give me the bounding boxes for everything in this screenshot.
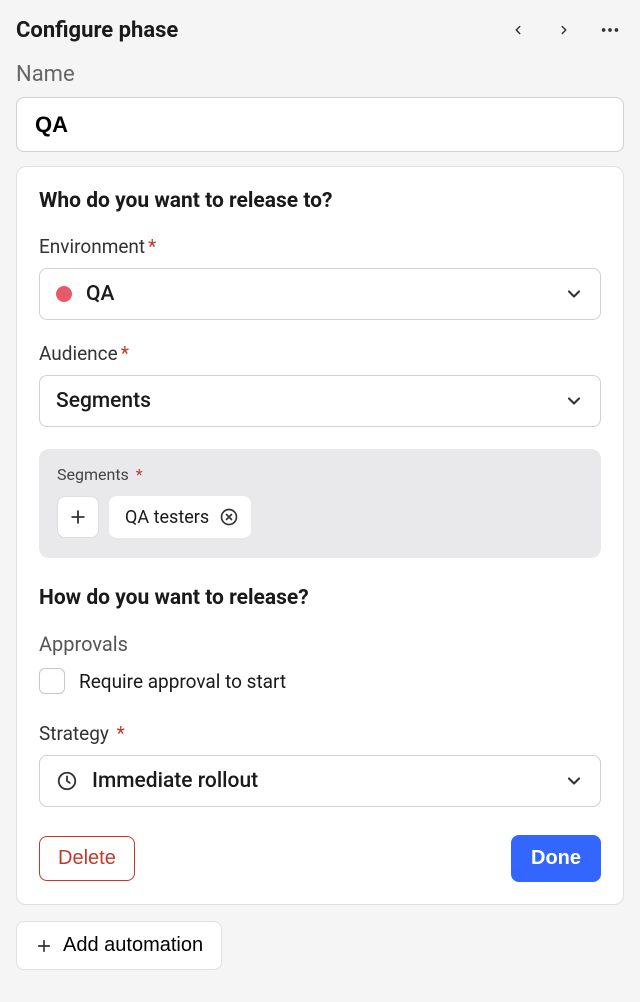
require-approval-checkbox[interactable] — [39, 668, 65, 694]
required-marker: * — [112, 722, 125, 745]
segments-label: Segments * — [57, 465, 583, 484]
environment-label-text: Environment — [39, 235, 145, 258]
environment-select[interactable]: QA — [39, 268, 601, 320]
add-automation-button[interactable]: Add automation — [16, 921, 222, 970]
approvals-checkbox-row: Require approval to start — [39, 668, 601, 694]
plus-icon — [68, 507, 88, 527]
segments-box: Segments * QA testers — [39, 449, 601, 558]
header-actions — [504, 16, 624, 44]
strategy-select[interactable]: Immediate rollout — [39, 755, 601, 807]
panel-header: Configure phase — [16, 16, 624, 44]
segments-label-text: Segments — [57, 465, 129, 484]
clock-icon — [56, 770, 78, 792]
segment-chip-label: QA testers — [125, 507, 209, 528]
card-footer: Delete Done — [39, 835, 601, 882]
panel-title: Configure phase — [16, 18, 178, 43]
audience-value: Segments — [56, 389, 151, 413]
audience-label-text: Audience — [39, 342, 118, 365]
done-button[interactable]: Done — [511, 835, 601, 882]
environment-value: QA — [86, 282, 114, 306]
segment-chip: QA testers — [109, 496, 251, 538]
chevron-down-icon — [564, 284, 584, 304]
prev-button[interactable] — [504, 16, 532, 44]
approvals-label: Approvals — [39, 632, 601, 656]
more-button[interactable] — [596, 16, 624, 44]
next-button[interactable] — [550, 16, 578, 44]
segments-chips: QA testers — [57, 496, 583, 538]
chevron-down-icon — [564, 391, 584, 411]
required-marker: * — [132, 465, 143, 484]
audience-select[interactable]: Segments — [39, 375, 601, 427]
audience-label: Audience* — [39, 342, 601, 365]
environment-label: Environment* — [39, 235, 601, 258]
add-segment-button[interactable] — [57, 496, 99, 538]
delete-button[interactable]: Delete — [39, 836, 135, 881]
plus-icon — [35, 937, 53, 955]
more-horizontal-icon — [599, 19, 621, 41]
chevron-left-icon — [511, 23, 525, 37]
chevron-down-icon — [564, 771, 584, 791]
add-automation-label: Add automation — [63, 934, 203, 957]
required-marker: * — [148, 235, 156, 258]
name-label: Name — [16, 62, 624, 87]
require-approval-label: Require approval to start — [79, 670, 286, 693]
how-section-title: How do you want to release? — [39, 586, 601, 610]
required-marker: * — [121, 342, 129, 365]
close-circle-icon — [219, 507, 239, 527]
environment-color-dot — [56, 286, 72, 302]
strategy-label: Strategy * — [39, 722, 601, 745]
who-section-title: Who do you want to release to? — [39, 189, 601, 213]
strategy-label-text: Strategy — [39, 722, 109, 745]
chevron-right-icon — [557, 23, 571, 37]
remove-segment-button[interactable] — [219, 507, 239, 527]
name-input[interactable] — [16, 97, 624, 152]
strategy-value: Immediate rollout — [92, 769, 258, 793]
config-card: Who do you want to release to? Environme… — [16, 166, 624, 905]
